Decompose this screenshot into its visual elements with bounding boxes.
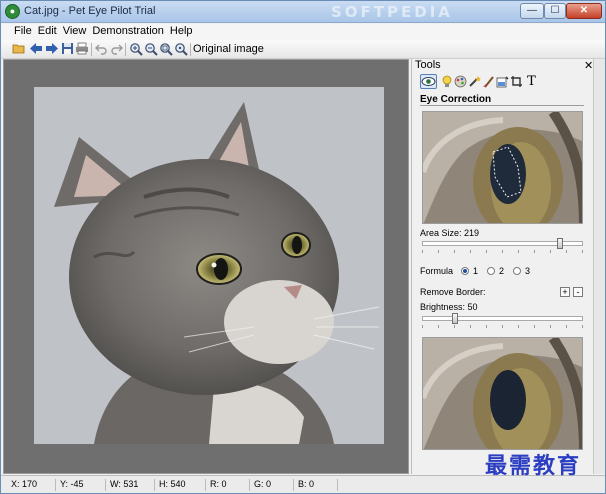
cat-photo (34, 87, 384, 444)
menu-file[interactable]: File (11, 24, 35, 37)
softpedia-watermark: SOFTPEDIA (331, 3, 453, 21)
status-height: H: 540 (154, 479, 186, 491)
border-minus-button[interactable]: - (573, 287, 583, 297)
maximize-button[interactable]: ☐ (544, 3, 566, 19)
corner-watermark: 最需教育 (485, 453, 582, 479)
minimize-button[interactable]: — (520, 3, 544, 19)
status-red: R: 0 (205, 479, 227, 491)
section-divider (420, 105, 584, 106)
area-size-ticks (422, 250, 583, 253)
formula-radio-3[interactable] (513, 267, 521, 275)
palette-icon[interactable] (454, 75, 467, 88)
brightness-label: Brightness: 50 (420, 302, 478, 312)
status-width: W: 531 (105, 479, 138, 491)
eye-preview-before[interactable] (422, 111, 583, 224)
toolbar-separator (125, 43, 126, 56)
formula-label: Formula (420, 266, 454, 276)
menu-view[interactable]: View (60, 24, 90, 37)
formula-radio-1-label: 1 (473, 266, 479, 276)
area-size-label: Area Size: 219 (420, 228, 480, 238)
zoom-out-icon[interactable] (143, 42, 158, 57)
zoom-actual-icon[interactable] (173, 42, 188, 57)
formula-radio-1[interactable] (461, 267, 469, 275)
undo-icon[interactable] (94, 42, 109, 57)
tools-header: Tools ✕ (412, 59, 594, 72)
right-scroll-strip[interactable] (593, 59, 605, 474)
status-green: G: 0 (249, 479, 271, 491)
app-window: ● Cat.jpg - Pet Eye Pilot Trial SOFTPEDI… (0, 0, 606, 494)
image-canvas[interactable] (3, 59, 409, 474)
bulb-icon[interactable] (440, 75, 453, 88)
window-title: Cat.jpg - Pet Eye Pilot Trial (24, 5, 156, 17)
brightness-slider[interactable] (422, 313, 583, 324)
open-icon[interactable] (11, 42, 26, 57)
border-plus-button[interactable]: + (560, 287, 570, 297)
status-y: Y: -45 (55, 479, 84, 491)
menu-demonstration[interactable]: Demonstration (89, 24, 167, 37)
app-icon: ● (5, 4, 20, 19)
area-size-slider-thumb[interactable] (557, 238, 563, 249)
status-x: X: 170 (11, 479, 38, 489)
brightness-ticks (422, 325, 583, 328)
print-icon[interactable] (74, 42, 89, 57)
eye-icon[interactable] (420, 74, 437, 89)
brightness-slider-thumb[interactable] (452, 313, 458, 324)
toolbar-separator (190, 43, 191, 56)
original-image-button[interactable]: Original image (193, 43, 264, 55)
save-icon[interactable] (60, 42, 75, 57)
back-icon[interactable] (28, 42, 43, 57)
section-title: Eye Correction (420, 94, 492, 105)
forward-icon[interactable] (44, 42, 59, 57)
text-icon[interactable]: T (525, 75, 538, 88)
close-button[interactable]: ✕ (566, 3, 602, 19)
title-bar[interactable]: ● Cat.jpg - Pet Eye Pilot Trial SOFTPEDI… (1, 1, 605, 23)
formula-radio-2[interactable] (487, 267, 495, 275)
status-empty (337, 479, 597, 491)
zoom-in-icon[interactable] (128, 42, 143, 57)
menu-edit[interactable]: Edit (35, 24, 60, 37)
formula-radio-3-label: 3 (525, 266, 531, 276)
formula-radio-2-label: 2 (499, 266, 505, 276)
remove-border-label: Remove Border: (420, 287, 486, 297)
tools-title: Tools (415, 59, 441, 71)
fill-icon[interactable] (496, 75, 509, 88)
area-size-slider[interactable] (422, 238, 583, 249)
zoom-fit-icon[interactable] (158, 42, 173, 57)
crop-icon[interactable] (510, 75, 523, 88)
brush-icon[interactable] (482, 75, 495, 88)
menu-help[interactable]: Help (167, 24, 196, 37)
tools-panel: Tools ✕ T Eye Correction Area Size: 219 … (411, 59, 594, 474)
menu-bar: File Edit View Demonstration Help (1, 24, 605, 40)
toolbar: Original image (1, 40, 605, 59)
wand-icon[interactable] (468, 75, 481, 88)
redo-icon[interactable] (109, 42, 124, 57)
eye-preview-after[interactable] (422, 337, 583, 450)
status-blue: B: 0 (293, 479, 314, 491)
toolbar-separator (91, 43, 92, 56)
tools-close-icon[interactable]: ✕ (584, 59, 593, 72)
